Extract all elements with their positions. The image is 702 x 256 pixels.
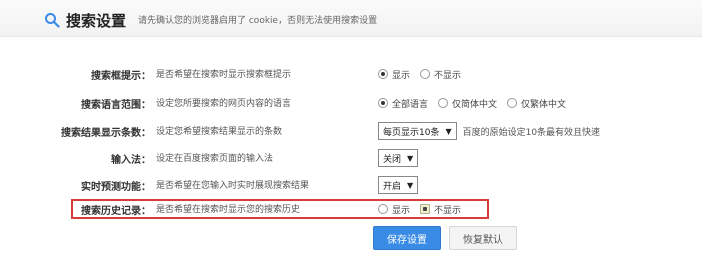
radio-option-hide[interactable]: 不显示 xyxy=(420,68,461,81)
setting-label: 输入法： xyxy=(111,155,151,166)
radio-group-search-history: 显示 不显示 xyxy=(378,199,471,219)
setting-label: 搜索语言范围： xyxy=(81,100,151,111)
result-count-note: 百度的原始设定10条最有效且快速 xyxy=(462,127,601,138)
setting-row-input-method: 输入法： 设定在百度搜索页面的输入法 关闭 ▼ xyxy=(0,148,702,168)
radio-group-language: 全部语言 仅简体中文 仅繁体中文 xyxy=(378,93,576,113)
setting-row-realtime-predict: 实时预测功能： 是否希望在您输入时实时展现搜索结果 开启 ▼ xyxy=(0,175,702,195)
realtime-predict-select[interactable]: 开启 ▼ xyxy=(378,176,419,194)
restore-defaults-button[interactable]: 恢复默认 xyxy=(449,226,517,250)
radio-button[interactable] xyxy=(420,69,431,79)
search-icon xyxy=(45,13,60,28)
setting-description: 设定您希望搜索结果显示的条数 xyxy=(156,127,283,137)
chevron-down-icon: ▼ xyxy=(407,180,414,190)
save-settings-button[interactable]: 保存设置 xyxy=(373,226,441,250)
setting-label: 实时预测功能： xyxy=(81,182,151,193)
setting-description: 是否希望在搜索时显示搜索框提示 xyxy=(156,70,292,80)
setting-label: 搜索历史记录： xyxy=(81,206,151,217)
result-count-select[interactable]: 每页显示10条 ▼ xyxy=(378,122,457,140)
radio-button-checked[interactable] xyxy=(378,69,388,79)
setting-description: 是否希望在搜索时显示您的搜索历史 xyxy=(156,205,301,215)
setting-description: 设定您所要搜索的网页内容的语言 xyxy=(156,99,292,109)
page-title: 搜索设置 xyxy=(66,12,127,30)
radio-option-hide[interactable]: 不显示 xyxy=(420,203,461,216)
setting-label: 搜索框提示： xyxy=(91,71,151,82)
result-count-control: 每页显示10条 ▼ 百度的原始设定10条最有效且快速 xyxy=(378,121,600,141)
radio-button[interactable] xyxy=(507,98,518,108)
settings-header: 搜索设置 请先确认您的浏览器启用了 cookie，否则无法使用搜索设置 xyxy=(0,0,702,37)
setting-label: 搜索结果显示条数： xyxy=(61,128,151,139)
radio-option-simplified[interactable]: 仅简体中文 xyxy=(438,97,497,110)
setting-description: 设定在百度搜索页面的输入法 xyxy=(156,154,274,164)
setting-row-search-history: 搜索历史记录： 是否希望在搜索时显示您的搜索历史 显示 不显示 xyxy=(0,199,702,219)
chevron-down-icon: ▼ xyxy=(445,126,452,136)
setting-description: 是否希望在您输入时实时展现搜索结果 xyxy=(156,181,310,191)
radio-option-show[interactable]: 显示 xyxy=(378,203,410,216)
radio-button-checked[interactable] xyxy=(420,204,431,214)
chevron-down-icon: ▼ xyxy=(407,153,414,163)
radio-button[interactable] xyxy=(438,98,449,108)
setting-row-language: 搜索语言范围： 设定您所要搜索的网页内容的语言 全部语言 仅简体中文 仅繁体中文 xyxy=(0,93,702,113)
radio-group-search-suggest: 显示 不显示 xyxy=(378,64,471,84)
input-method-control: 关闭 ▼ xyxy=(378,148,419,168)
radio-option-all-languages[interactable]: 全部语言 xyxy=(378,97,428,110)
cookie-notice: 请先确认您的浏览器启用了 cookie，否则无法使用搜索设置 xyxy=(138,16,378,26)
radio-option-show[interactable]: 显示 xyxy=(378,68,410,81)
radio-button-checked[interactable] xyxy=(378,98,388,108)
radio-button[interactable] xyxy=(378,204,388,214)
setting-row-search-suggest: 搜索框提示： 是否希望在搜索时显示搜索框提示 显示 不显示 xyxy=(0,64,702,84)
radio-option-traditional[interactable]: 仅繁体中文 xyxy=(507,97,566,110)
realtime-predict-control: 开启 ▼ xyxy=(378,175,419,195)
setting-row-result-count: 搜索结果显示条数： 设定您希望搜索结果显示的条数 每页显示10条 ▼ 百度的原始… xyxy=(0,121,702,141)
input-method-select[interactable]: 关闭 ▼ xyxy=(378,149,419,167)
